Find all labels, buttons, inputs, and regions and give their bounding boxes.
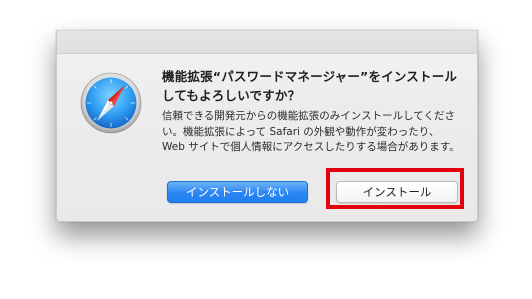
safari-compass-icon [80, 72, 142, 134]
screenshot-stage: 機能拡張“パスワードマネージャー”をインストールしてもよろしいですか？ 信頼でき… [0, 0, 532, 299]
dont-install-button[interactable]: インストールしない [167, 181, 308, 203]
dialog-top-strip [57, 31, 477, 54]
dialog-title: 機能拡張“パスワードマネージャー”をインストールしてもよろしいですか？ [162, 69, 458, 103]
dialog-message: 信頼できる開発元からの機能拡張のみインストールしてください。機能拡張によって S… [162, 110, 460, 153]
install-button-highlight [326, 168, 464, 209]
